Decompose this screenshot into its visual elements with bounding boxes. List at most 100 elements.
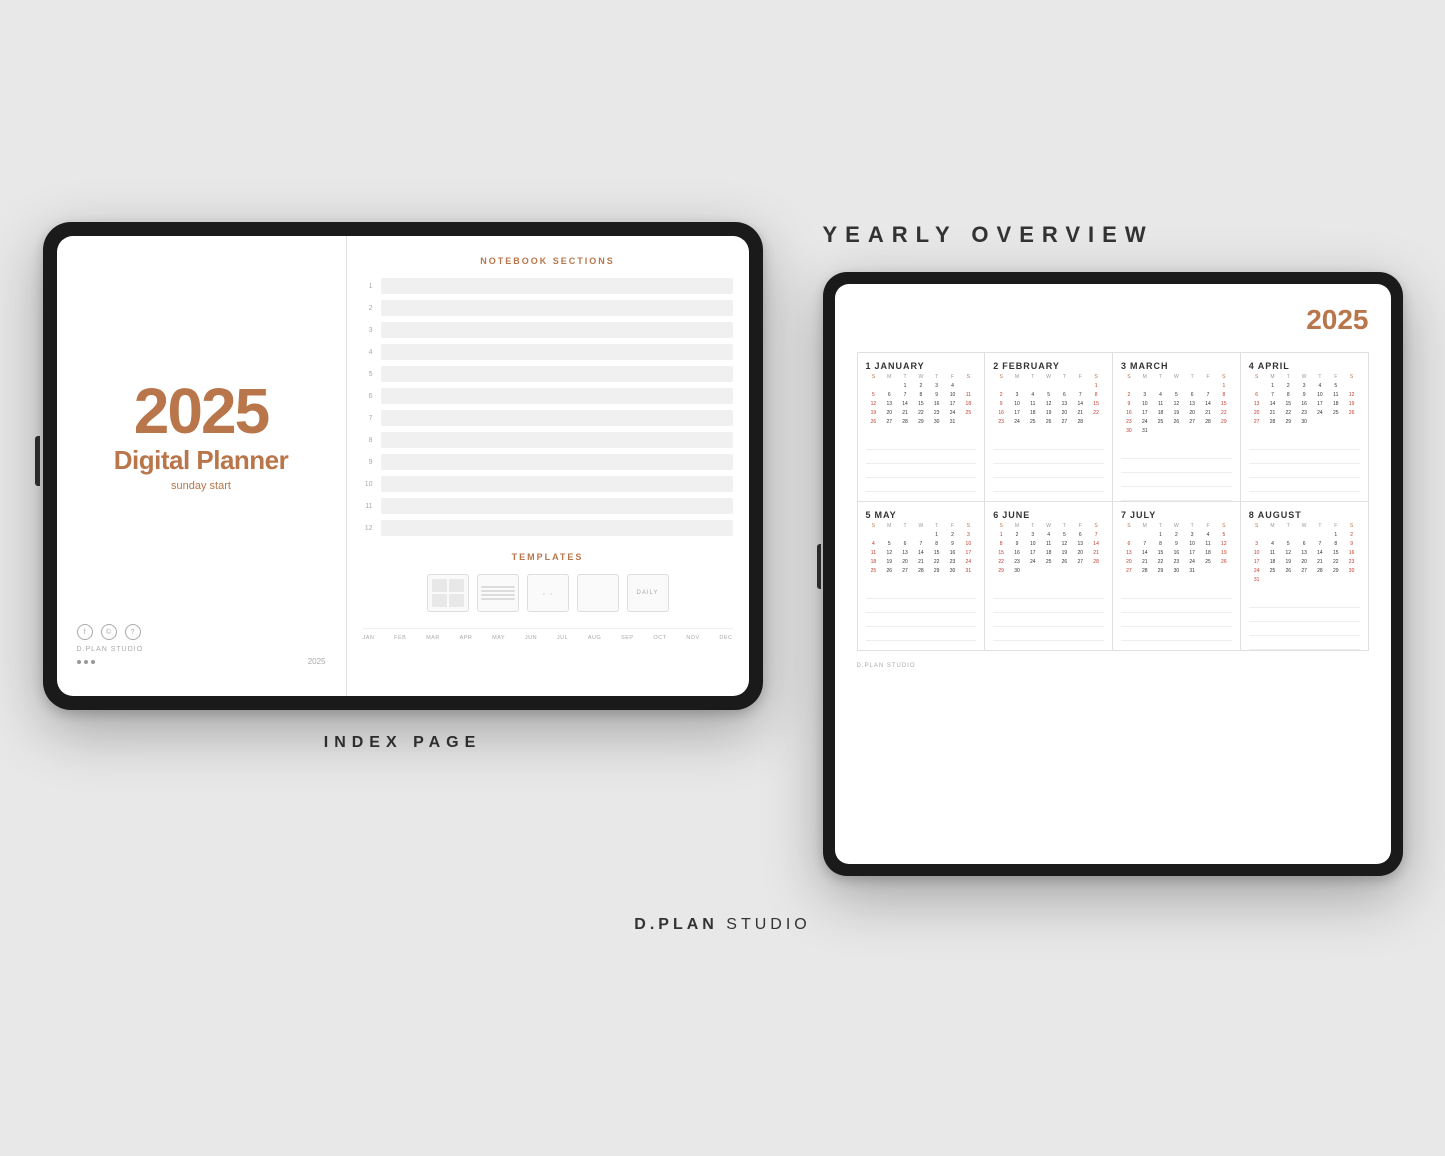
planner-subtitle: sunday start [171,480,231,492]
calendar-day: 8 [1153,539,1169,548]
row-num: 8 [363,437,373,444]
calendar-month: 2FEBRUARYSMTWTFS123456789101112131415161… [985,353,1113,502]
calendar-day: 4 [1312,381,1328,390]
calendar-day: 14 [897,399,913,408]
calendar-day: 6 [881,390,897,399]
note-line [993,613,1104,627]
notebook-sections-title: NOTEBOOK SECTIONS [363,256,733,266]
calendar-month: 5MAYSMTWTFS12345678910111213141516171819… [858,502,986,651]
calendar-day: 29 [913,417,929,426]
calendar-day: 19 [1041,408,1057,417]
calendar-day: 22 [1088,408,1104,417]
month-jul: JUL [557,635,568,641]
calendar-day: 25 [1265,566,1281,575]
note-line [1121,599,1232,613]
calendar-day: 25 [866,566,882,575]
calendar-day: 12 [1280,548,1296,557]
footer-icon-1: f [77,624,93,640]
calendar-day [1025,381,1041,390]
calendar-day: 6 [1072,530,1088,539]
calendar-day: 23 [1296,408,1312,417]
calendar-day: 29 [929,566,945,575]
planner-index-panel: NOTEBOOK SECTIONS 1 2 3 4 5 6 7 8 9 10 1… [347,236,749,696]
calendar-day: 10 [1137,399,1153,408]
note-line [866,613,977,627]
calendar-day: 26 [1344,408,1360,417]
template-cell [432,579,447,592]
day-header: W [1296,523,1312,529]
day-header: W [1296,374,1312,380]
calendar-day: 25 [1153,417,1169,426]
calendar-day: 13 [1121,548,1137,557]
calendar-day: 4 [866,539,882,548]
note-line [866,627,977,641]
calendar-day [1265,530,1281,539]
calendar-day: 23 [1168,557,1184,566]
calendar-month: 3MARCHSMTWTFS123456789101112131415161718… [1113,353,1241,502]
day-header: S [1344,523,1360,529]
calendar-day: 3 [929,381,945,390]
calendar-day: 23 [929,408,945,417]
calendar-day: 2 [945,530,961,539]
day-header: S [1121,523,1137,529]
footer-dots [77,660,95,664]
calendar-day: 31 [1249,575,1265,584]
calendar-day: 23 [1121,417,1137,426]
planner-cover-panel: 2025 Digital Planner sunday start f © ? … [57,236,347,696]
calendar-day: 25 [1025,417,1041,426]
day-header: S [1216,374,1232,380]
calendar-day: 25 [1328,408,1344,417]
template-thumb-4 [577,574,619,612]
note-line [1121,473,1232,487]
dot-1 [77,660,81,664]
calendar-day: 29 [1328,566,1344,575]
day-header: T [929,374,945,380]
calendar-day: 12 [1216,539,1232,548]
footer-icon-3: ? [125,624,141,640]
row-line [381,498,733,514]
footer-brand-left: D.PLAN STUDIO [77,646,326,653]
row-line [381,410,733,426]
calendar-day: 22 [929,557,945,566]
row-num: 3 [363,327,373,334]
calendar-month: 7JULYSMTWTFS1234567891011121314151617181… [1113,502,1241,651]
calendar-day: 7 [1312,539,1328,548]
day-header: S [1121,374,1137,380]
calendar-day: 31 [960,566,976,575]
day-header: T [1312,523,1328,529]
month-apr: APR [460,635,473,641]
calendar-day: 7 [897,390,913,399]
calendar-grid: 1JANUARYSMTWTFS1234567891011121314151617… [857,352,1369,651]
calendar-day: 20 [1184,408,1200,417]
day-header: F [1328,374,1344,380]
calendar-day: 29 [993,566,1009,575]
note-line [1121,585,1232,599]
calendar-day: 13 [897,548,913,557]
month-jan: JAN [363,635,375,641]
notebook-row: 9 [363,454,733,470]
calendar-day: 23 [945,557,961,566]
calendar-day: 18 [1200,548,1216,557]
notebook-row: 12 [363,520,733,536]
calendar-day: 28 [1265,417,1281,426]
notebook-row: 2 [363,300,733,316]
calendar-day: 28 [1200,417,1216,426]
calendar-day: 18 [1328,399,1344,408]
day-header: S [993,523,1009,529]
calendar-day: 26 [881,566,897,575]
calendar-day: 16 [1344,548,1360,557]
calendar-day: 21 [1265,408,1281,417]
note-line [993,599,1104,613]
calendar-month: 1JANUARYSMTWTFS1234567891011121314151617… [858,353,986,502]
calendar-day [1184,381,1200,390]
calendar-day: 24 [1009,417,1025,426]
calendar-day: 26 [1057,557,1073,566]
calendar-day: 5 [1041,390,1057,399]
calendar-day: 29 [1280,417,1296,426]
calendar-day: 27 [1121,566,1137,575]
calendar-day: 4 [1025,390,1041,399]
daily-label: DAILY [637,590,659,596]
planner-footer: f © ? D.PLAN STUDIO 2025 [77,604,326,666]
day-header: S [1344,374,1360,380]
calendar-day: 5 [1057,530,1073,539]
